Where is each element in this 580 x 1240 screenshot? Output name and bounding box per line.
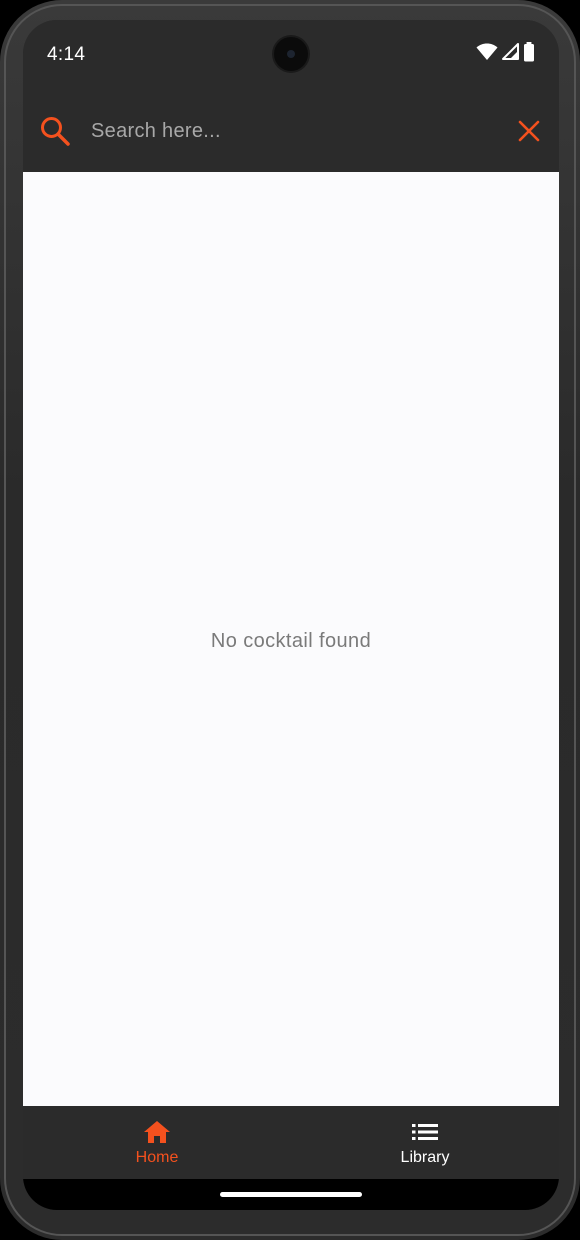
status-bar: 4:14	[23, 20, 559, 90]
status-icons	[476, 41, 535, 67]
empty-state-message: No cocktail found	[210, 630, 372, 652]
battery-icon	[523, 41, 535, 67]
front-camera	[274, 37, 308, 71]
search-icon[interactable]	[39, 115, 71, 147]
results-area: No cocktail found	[23, 172, 559, 1106]
nav-item-home[interactable]: Home	[23, 1106, 291, 1179]
phone-frame: 4:14 Search here... No cocktail found Ho…	[0, 0, 580, 1240]
gesture-navigation-area	[23, 1179, 559, 1210]
search-bar	[23, 90, 559, 172]
list-icon	[411, 1120, 439, 1144]
wifi-icon	[476, 43, 498, 66]
nav-item-library[interactable]: Library	[291, 1106, 559, 1179]
cell-signal-icon	[502, 43, 519, 65]
close-icon[interactable]	[517, 119, 541, 143]
nav-label-library: Library	[400, 1149, 450, 1166]
home-icon	[143, 1120, 171, 1144]
status-time: 4:14	[47, 44, 86, 65]
home-gesture-handle[interactable]	[220, 1192, 362, 1197]
search-input[interactable]	[91, 114, 491, 148]
bottom-navigation: Home Library	[23, 1106, 559, 1179]
app-screen: 4:14 Search here... No cocktail found Ho…	[23, 20, 559, 1210]
nav-label-home: Home	[135, 1149, 179, 1166]
